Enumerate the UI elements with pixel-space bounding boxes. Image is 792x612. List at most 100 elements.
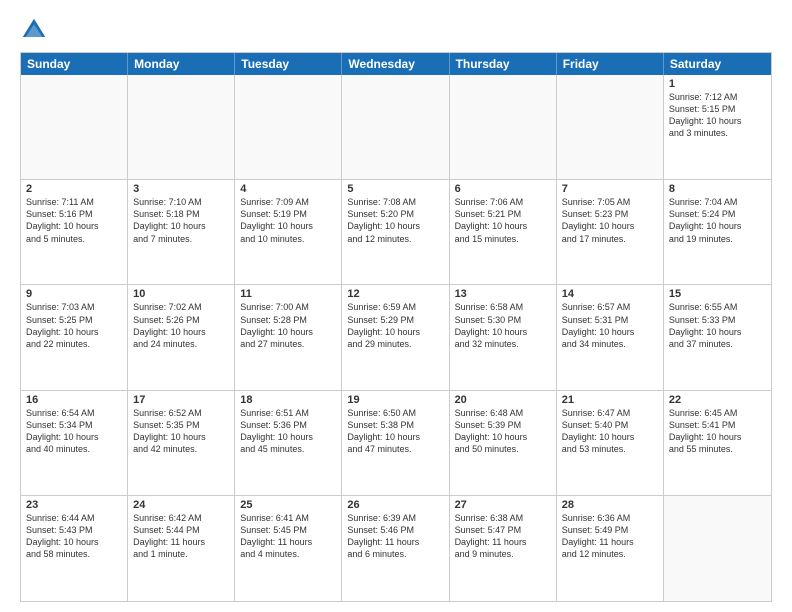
calendar: SundayMondayTuesdayWednesdayThursdayFrid… <box>20 52 772 602</box>
day-cell-25: 25Sunrise: 6:41 AM Sunset: 5:45 PM Dayli… <box>235 496 342 601</box>
day-cell-2: 2Sunrise: 7:11 AM Sunset: 5:16 PM Daylig… <box>21 180 128 284</box>
day-cell-14: 14Sunrise: 6:57 AM Sunset: 5:31 PM Dayli… <box>557 285 664 389</box>
day-number: 24 <box>133 499 229 511</box>
day-number: 28 <box>562 499 658 511</box>
day-cell-26: 26Sunrise: 6:39 AM Sunset: 5:46 PM Dayli… <box>342 496 449 601</box>
day-number: 2 <box>26 183 122 195</box>
day-number: 11 <box>240 288 336 300</box>
day-header-wednesday: Wednesday <box>342 53 449 75</box>
day-number: 18 <box>240 394 336 406</box>
day-cell-7: 7Sunrise: 7:05 AM Sunset: 5:23 PM Daylig… <box>557 180 664 284</box>
day-cell-empty-0-3 <box>342 75 449 179</box>
calendar-header: SundayMondayTuesdayWednesdayThursdayFrid… <box>21 53 771 75</box>
day-info: Sunrise: 6:48 AM Sunset: 5:39 PM Dayligh… <box>455 407 551 456</box>
day-info: Sunrise: 7:00 AM Sunset: 5:28 PM Dayligh… <box>240 301 336 350</box>
logo-icon <box>20 16 48 44</box>
day-cell-8: 8Sunrise: 7:04 AM Sunset: 5:24 PM Daylig… <box>664 180 771 284</box>
day-cell-9: 9Sunrise: 7:03 AM Sunset: 5:25 PM Daylig… <box>21 285 128 389</box>
day-info: Sunrise: 6:47 AM Sunset: 5:40 PM Dayligh… <box>562 407 658 456</box>
day-number: 7 <box>562 183 658 195</box>
day-info: Sunrise: 6:41 AM Sunset: 5:45 PM Dayligh… <box>240 512 336 561</box>
day-cell-3: 3Sunrise: 7:10 AM Sunset: 5:18 PM Daylig… <box>128 180 235 284</box>
day-cell-21: 21Sunrise: 6:47 AM Sunset: 5:40 PM Dayli… <box>557 391 664 495</box>
day-number: 17 <box>133 394 229 406</box>
day-cell-empty-0-5 <box>557 75 664 179</box>
day-number: 8 <box>669 183 766 195</box>
day-info: Sunrise: 7:06 AM Sunset: 5:21 PM Dayligh… <box>455 196 551 245</box>
day-cell-20: 20Sunrise: 6:48 AM Sunset: 5:39 PM Dayli… <box>450 391 557 495</box>
day-number: 3 <box>133 183 229 195</box>
day-info: Sunrise: 6:58 AM Sunset: 5:30 PM Dayligh… <box>455 301 551 350</box>
day-number: 23 <box>26 499 122 511</box>
day-number: 27 <box>455 499 551 511</box>
day-info: Sunrise: 7:09 AM Sunset: 5:19 PM Dayligh… <box>240 196 336 245</box>
day-number: 16 <box>26 394 122 406</box>
day-number: 19 <box>347 394 443 406</box>
day-info: Sunrise: 6:36 AM Sunset: 5:49 PM Dayligh… <box>562 512 658 561</box>
calendar-row-4: 23Sunrise: 6:44 AM Sunset: 5:43 PM Dayli… <box>21 496 771 601</box>
day-cell-28: 28Sunrise: 6:36 AM Sunset: 5:49 PM Dayli… <box>557 496 664 601</box>
day-number: 20 <box>455 394 551 406</box>
day-info: Sunrise: 6:42 AM Sunset: 5:44 PM Dayligh… <box>133 512 229 561</box>
day-cell-6: 6Sunrise: 7:06 AM Sunset: 5:21 PM Daylig… <box>450 180 557 284</box>
day-cell-27: 27Sunrise: 6:38 AM Sunset: 5:47 PM Dayli… <box>450 496 557 601</box>
day-cell-empty-0-4 <box>450 75 557 179</box>
day-number: 21 <box>562 394 658 406</box>
day-info: Sunrise: 7:05 AM Sunset: 5:23 PM Dayligh… <box>562 196 658 245</box>
calendar-row-2: 9Sunrise: 7:03 AM Sunset: 5:25 PM Daylig… <box>21 285 771 390</box>
day-cell-15: 15Sunrise: 6:55 AM Sunset: 5:33 PM Dayli… <box>664 285 771 389</box>
day-cell-18: 18Sunrise: 6:51 AM Sunset: 5:36 PM Dayli… <box>235 391 342 495</box>
day-number: 12 <box>347 288 443 300</box>
day-info: Sunrise: 7:04 AM Sunset: 5:24 PM Dayligh… <box>669 196 766 245</box>
day-number: 14 <box>562 288 658 300</box>
day-number: 22 <box>669 394 766 406</box>
day-cell-empty-4-6 <box>664 496 771 601</box>
day-cell-empty-0-0 <box>21 75 128 179</box>
day-info: Sunrise: 7:03 AM Sunset: 5:25 PM Dayligh… <box>26 301 122 350</box>
day-info: Sunrise: 7:10 AM Sunset: 5:18 PM Dayligh… <box>133 196 229 245</box>
day-info: Sunrise: 6:50 AM Sunset: 5:38 PM Dayligh… <box>347 407 443 456</box>
day-number: 26 <box>347 499 443 511</box>
day-info: Sunrise: 6:52 AM Sunset: 5:35 PM Dayligh… <box>133 407 229 456</box>
day-info: Sunrise: 6:44 AM Sunset: 5:43 PM Dayligh… <box>26 512 122 561</box>
header <box>20 16 772 44</box>
day-info: Sunrise: 6:54 AM Sunset: 5:34 PM Dayligh… <box>26 407 122 456</box>
day-number: 1 <box>669 78 766 90</box>
calendar-row-3: 16Sunrise: 6:54 AM Sunset: 5:34 PM Dayli… <box>21 391 771 496</box>
day-cell-1: 1Sunrise: 7:12 AM Sunset: 5:15 PM Daylig… <box>664 75 771 179</box>
day-cell-10: 10Sunrise: 7:02 AM Sunset: 5:26 PM Dayli… <box>128 285 235 389</box>
page: SundayMondayTuesdayWednesdayThursdayFrid… <box>0 0 792 612</box>
day-cell-12: 12Sunrise: 6:59 AM Sunset: 5:29 PM Dayli… <box>342 285 449 389</box>
day-cell-22: 22Sunrise: 6:45 AM Sunset: 5:41 PM Dayli… <box>664 391 771 495</box>
day-cell-17: 17Sunrise: 6:52 AM Sunset: 5:35 PM Dayli… <box>128 391 235 495</box>
day-number: 15 <box>669 288 766 300</box>
day-header-saturday: Saturday <box>664 53 771 75</box>
day-cell-19: 19Sunrise: 6:50 AM Sunset: 5:38 PM Dayli… <box>342 391 449 495</box>
day-cell-23: 23Sunrise: 6:44 AM Sunset: 5:43 PM Dayli… <box>21 496 128 601</box>
day-cell-13: 13Sunrise: 6:58 AM Sunset: 5:30 PM Dayli… <box>450 285 557 389</box>
day-cell-empty-0-2 <box>235 75 342 179</box>
day-info: Sunrise: 6:59 AM Sunset: 5:29 PM Dayligh… <box>347 301 443 350</box>
day-cell-empty-0-1 <box>128 75 235 179</box>
day-info: Sunrise: 7:11 AM Sunset: 5:16 PM Dayligh… <box>26 196 122 245</box>
calendar-row-0: 1Sunrise: 7:12 AM Sunset: 5:15 PM Daylig… <box>21 75 771 180</box>
day-number: 6 <box>455 183 551 195</box>
day-cell-5: 5Sunrise: 7:08 AM Sunset: 5:20 PM Daylig… <box>342 180 449 284</box>
day-header-monday: Monday <box>128 53 235 75</box>
day-number: 5 <box>347 183 443 195</box>
day-info: Sunrise: 6:57 AM Sunset: 5:31 PM Dayligh… <box>562 301 658 350</box>
logo <box>20 16 50 44</box>
day-cell-24: 24Sunrise: 6:42 AM Sunset: 5:44 PM Dayli… <box>128 496 235 601</box>
day-number: 4 <box>240 183 336 195</box>
day-info: Sunrise: 6:51 AM Sunset: 5:36 PM Dayligh… <box>240 407 336 456</box>
day-number: 10 <box>133 288 229 300</box>
day-number: 9 <box>26 288 122 300</box>
day-info: Sunrise: 6:55 AM Sunset: 5:33 PM Dayligh… <box>669 301 766 350</box>
day-cell-11: 11Sunrise: 7:00 AM Sunset: 5:28 PM Dayli… <box>235 285 342 389</box>
day-cell-4: 4Sunrise: 7:09 AM Sunset: 5:19 PM Daylig… <box>235 180 342 284</box>
day-info: Sunrise: 6:45 AM Sunset: 5:41 PM Dayligh… <box>669 407 766 456</box>
day-header-tuesday: Tuesday <box>235 53 342 75</box>
day-info: Sunrise: 6:39 AM Sunset: 5:46 PM Dayligh… <box>347 512 443 561</box>
day-cell-16: 16Sunrise: 6:54 AM Sunset: 5:34 PM Dayli… <box>21 391 128 495</box>
day-info: Sunrise: 7:02 AM Sunset: 5:26 PM Dayligh… <box>133 301 229 350</box>
